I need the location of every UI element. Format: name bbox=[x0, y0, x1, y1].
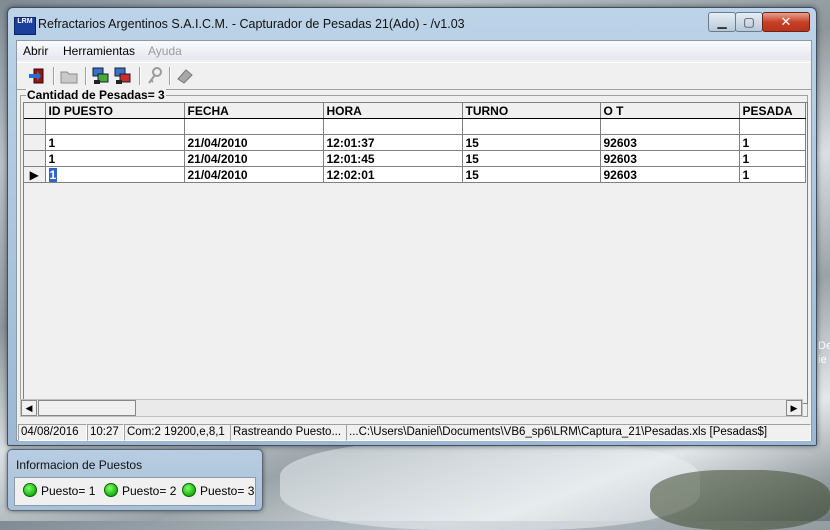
toolbar bbox=[17, 62, 811, 90]
column-header[interactable]: O T bbox=[600, 103, 740, 119]
table-cell[interactable] bbox=[462, 118, 601, 135]
status-com-port: Com:2 19200,e,8,1 bbox=[124, 424, 231, 441]
green-led-icon bbox=[104, 483, 118, 497]
table-cell[interactable]: 1 bbox=[45, 134, 185, 151]
toolbar-separator bbox=[139, 67, 141, 85]
table-cell[interactable]: 1 bbox=[739, 166, 806, 183]
minimize-button[interactable]: ▁ bbox=[708, 12, 736, 32]
pesadas-count-label: Cantidad de Pesadas= 3 bbox=[26, 88, 166, 102]
open-folder-icon[interactable] bbox=[59, 66, 79, 86]
table-cell[interactable] bbox=[600, 118, 740, 135]
green-led-icon bbox=[23, 483, 37, 497]
minimize-icon: ▁ bbox=[717, 15, 727, 29]
toolbar-separator bbox=[85, 67, 87, 85]
table-cell[interactable] bbox=[739, 118, 806, 135]
table-cell[interactable] bbox=[184, 118, 324, 135]
status-date: 04/08/2016 bbox=[18, 424, 87, 441]
status-time: 10:27 bbox=[87, 424, 124, 441]
table-cell[interactable]: 15 bbox=[462, 150, 601, 167]
table-row-current[interactable]: ▶ 1 21/04/2010 12:02:01 15 92603 1 bbox=[24, 166, 806, 183]
table-cell[interactable]: 1 bbox=[739, 150, 806, 167]
column-header[interactable]: PESADA bbox=[739, 103, 806, 119]
column-header[interactable]: ID PUESTO bbox=[45, 103, 185, 119]
close-icon: ✕ bbox=[780, 14, 792, 29]
row-selector[interactable] bbox=[24, 118, 46, 135]
status-message: Rastreando Puesto... bbox=[230, 424, 347, 441]
table-cell[interactable]: 21/04/2010 bbox=[184, 134, 324, 151]
table-cell[interactable]: 92603 bbox=[600, 134, 740, 151]
table-cell[interactable] bbox=[45, 118, 185, 135]
table-cell[interactable] bbox=[323, 118, 463, 135]
puesto-indicator: Puesto= 2 bbox=[104, 483, 176, 498]
row-selector[interactable] bbox=[24, 150, 46, 167]
scroll-left-icon[interactable]: ◀ bbox=[21, 400, 37, 416]
table-cell[interactable]: 92603 bbox=[600, 150, 740, 167]
puesto-indicator: Puesto= 3 bbox=[182, 483, 254, 498]
window-title: Refractarios Argentinos S.A.I.C.M. - Cap… bbox=[38, 17, 465, 31]
eraser-icon[interactable] bbox=[175, 66, 195, 86]
maximize-button[interactable]: ▢ bbox=[735, 12, 763, 32]
status-file-path: ...C:\Users\Daniel\Documents\VB6_sp6\LRM… bbox=[346, 424, 811, 441]
disconnect-icon[interactable] bbox=[113, 66, 133, 86]
toolbar-separator bbox=[53, 67, 55, 85]
connect-icon[interactable] bbox=[91, 66, 111, 86]
table-cell[interactable]: 92603 bbox=[600, 166, 740, 183]
column-header[interactable]: FECHA bbox=[184, 103, 324, 119]
menu-ayuda[interactable]: Ayuda bbox=[148, 44, 182, 58]
puesto-indicator: Puesto= 1 bbox=[23, 483, 95, 498]
menu-bar: Abrir Herramientas Ayuda bbox=[17, 41, 811, 60]
table-cell-selected[interactable]: 1 bbox=[45, 166, 185, 183]
table-header-row: ID PUESTO FECHA HORA TURNO O T PESADA bbox=[24, 103, 806, 119]
info-puestos-window: Informacion de Puestos Puesto= 1 Puesto=… bbox=[7, 449, 263, 511]
table-cell[interactable]: 12:01:37 bbox=[323, 134, 463, 151]
background-rock bbox=[650, 470, 830, 530]
background-snow bbox=[280, 440, 700, 530]
table-cell[interactable]: 1 bbox=[45, 150, 185, 167]
pesadas-table: ID PUESTO FECHA HORA TURNO O T PESADA 1 … bbox=[24, 103, 806, 183]
desktop-icon-label[interactable]: De bbox=[818, 340, 830, 352]
table-cell[interactable]: 21/04/2010 bbox=[184, 150, 324, 167]
puesto-label: Puesto= 3 bbox=[200, 484, 255, 498]
info-window-title: Informacion de Puestos bbox=[16, 458, 143, 472]
table-cell[interactable]: 1 bbox=[739, 134, 806, 151]
row-selector[interactable] bbox=[24, 134, 46, 151]
puesto-label: Puesto= 1 bbox=[41, 484, 96, 498]
main-window: LRM Refractarios Argentinos S.A.I.C.M. -… bbox=[7, 7, 817, 446]
green-led-icon bbox=[182, 483, 196, 497]
puesto-label: Puesto= 2 bbox=[122, 484, 177, 498]
current-row-arrow-icon[interactable]: ▶ bbox=[24, 166, 46, 183]
table-cell[interactable]: 12:02:01 bbox=[323, 166, 463, 183]
table-cell[interactable]: 12:01:45 bbox=[323, 150, 463, 167]
table-row-empty[interactable] bbox=[24, 118, 806, 135]
key-icon[interactable] bbox=[145, 66, 165, 86]
table-cell[interactable]: 15 bbox=[462, 166, 601, 183]
row-selector-header bbox=[24, 103, 46, 119]
table-row[interactable]: 1 21/04/2010 12:01:37 15 92603 1 bbox=[24, 134, 806, 151]
menu-abrir[interactable]: Abrir bbox=[23, 44, 48, 58]
client-area: Abrir Herramientas Ayuda Cantidad de Pes… bbox=[16, 40, 812, 441]
status-bar: 04/08/2016 10:27 Com:2 19200,e,8,1 Rastr… bbox=[17, 423, 811, 441]
toolbar-separator bbox=[169, 67, 171, 85]
scroll-thumb[interactable] bbox=[38, 400, 136, 416]
pesadas-frame: Cantidad de Pesadas= 3 ID PUESTO FECHA H… bbox=[20, 88, 808, 417]
maximize-icon: ▢ bbox=[743, 15, 755, 29]
table-cell[interactable]: 15 bbox=[462, 134, 601, 151]
table-cell[interactable]: 21/04/2010 bbox=[184, 166, 324, 183]
pesadas-grid[interactable]: ID PUESTO FECHA HORA TURNO O T PESADA 1 … bbox=[23, 102, 808, 404]
puestos-panel: Puesto= 1 Puesto= 2 Puesto= 3 bbox=[14, 477, 256, 506]
horizontal-scrollbar[interactable]: ◀ ▶ bbox=[20, 399, 803, 417]
selected-cell-text: 1 bbox=[48, 167, 58, 182]
close-button[interactable]: ✕ bbox=[762, 12, 810, 32]
column-header[interactable]: HORA bbox=[323, 103, 463, 119]
scroll-right-icon[interactable]: ▶ bbox=[786, 400, 802, 416]
title-bar[interactable]: LRM Refractarios Argentinos S.A.I.C.M. -… bbox=[8, 8, 816, 38]
column-header[interactable]: TURNO bbox=[462, 103, 601, 119]
menu-herramientas[interactable]: Herramientas bbox=[63, 44, 135, 58]
app-icon[interactable]: LRM bbox=[14, 17, 36, 35]
table-row[interactable]: 1 21/04/2010 12:01:45 15 92603 1 bbox=[24, 150, 806, 167]
desktop-icon-label[interactable]: ie bbox=[818, 354, 827, 366]
exit-icon[interactable] bbox=[27, 66, 47, 86]
